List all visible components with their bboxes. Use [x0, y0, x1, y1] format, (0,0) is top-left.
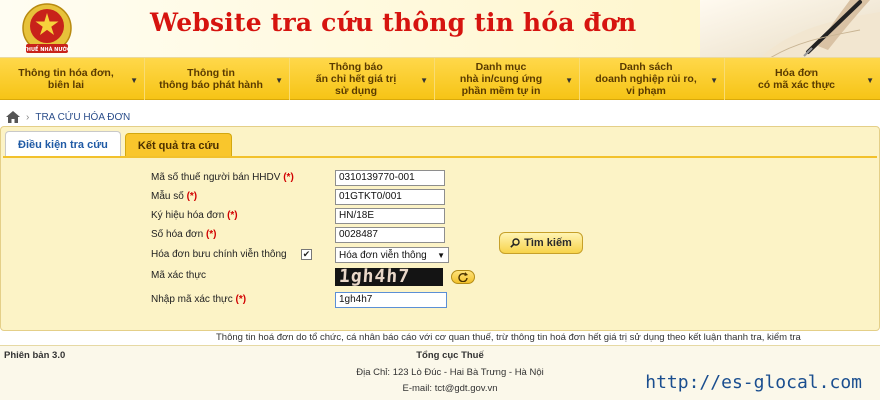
search-button[interactable]: Tìm kiếm [499, 232, 583, 254]
caret-down-icon: ▼ [420, 76, 428, 85]
field-label: Mã số thuế người bán HHDV (*) [151, 172, 294, 183]
caret-down-icon: ▼ [866, 76, 874, 85]
site-title: Website tra cứu thông tin hóa đơn [150, 8, 637, 37]
tax-emblem-logo[interactable]: THUẾ NHÀ NƯỚC [14, 2, 80, 56]
info-notice: Thông tin hoá đơn do tổ chức, cá nhân bá… [216, 332, 801, 343]
search-panel: Điều kiện tra cứu Kết quả tra cứu Mã số … [0, 126, 880, 331]
refresh-icon [458, 272, 468, 282]
breadcrumb-separator: › [26, 111, 30, 123]
caret-down-icon: ▼ [565, 76, 573, 85]
tab-search-results[interactable]: Kết quả tra cứu [124, 133, 233, 157]
nav-item-verified-invoices[interactable]: Hóa đơn có mã xác thực ▼ [725, 58, 880, 100]
caret-down-icon: ▼ [275, 76, 283, 85]
invoice-type-select[interactable]: Hóa đơn viễn thông ▼ [335, 247, 449, 263]
breadcrumb: › TRA CỨU HÓA ĐƠN [0, 107, 880, 127]
captcha-refresh-button[interactable] [451, 270, 475, 284]
form-number-input[interactable]: 01GTKT0/001 [335, 189, 445, 205]
search-icon [510, 238, 520, 248]
field-label: Nhập mã xác thực (*) [151, 294, 247, 305]
telecom-invoice-row: Hóa đơn bưu chính viễn thông ✔ Hóa đơn v… [151, 247, 451, 265]
nav-item-risky-businesses[interactable]: Danh sách doanh nghiệp rủi ro, vi phạm ▼ [580, 58, 725, 100]
captcha-image: 1gh4h7 [335, 268, 443, 286]
required-marker: (*) [283, 172, 294, 183]
invoice-number-input[interactable]: 0028487 [335, 227, 445, 243]
invoice-symbol-input[interactable]: HN/18E [335, 208, 445, 224]
nav-item-label: Thông tin hóa đơn, biên lai [18, 67, 114, 91]
invoice-symbol-row: Ký hiệu hóa đơn (*) HN/18E [151, 208, 451, 226]
field-label: Mẫu số (*) [151, 191, 198, 202]
field-label: Mã xác thực [151, 270, 207, 281]
required-marker: (*) [227, 210, 238, 221]
captcha-input[interactable]: 1gh4h7 [335, 292, 447, 308]
chevron-down-icon: ▼ [437, 250, 445, 260]
captcha-row: Mã xác thực 1gh4h7 [151, 268, 475, 286]
svg-text:THUẾ NHÀ NƯỚC: THUẾ NHÀ NƯỚC [23, 45, 71, 53]
nav-item-label: Danh mục nhà in/cung ứng phần mềm tự in [459, 61, 543, 97]
seller-tax-code-input[interactable]: 0310139770-001 [335, 170, 445, 186]
caret-down-icon: ▼ [710, 76, 718, 85]
nav-item-label: Danh sách doanh nghiệp rủi ro, vi phạm [595, 61, 697, 97]
version-label: Phiên bản 3.0 [4, 350, 66, 361]
nav-item-invoice-info[interactable]: Thông tin hóa đơn, biên lai ▼ [0, 58, 145, 100]
required-marker: (*) [186, 191, 198, 202]
nav-item-expired-forms[interactable]: Thông báo ấn chỉ hết giá trị sử dụng ▼ [290, 58, 435, 100]
tab-search-conditions[interactable]: Điều kiện tra cứu [5, 131, 121, 157]
watermark-text: http://es-glocal.com [645, 372, 862, 393]
field-label: Ký hiệu hóa đơn (*) [151, 210, 238, 221]
page: THUẾ NHÀ NƯỚC Website tra cứu thông tin … [0, 0, 880, 400]
required-marker: (*) [205, 229, 217, 240]
nav-item-label: Thông tin thông báo phát hành [159, 67, 263, 91]
seller-tax-code-row: Mã số thuế người bán HHDV (*) 0310139770… [151, 170, 451, 188]
footer-org: Tổng cục Thuế [416, 350, 484, 361]
invoice-number-row: Số hóa đơn (*) 0028487 [151, 227, 451, 245]
footer: Phiên bản 3.0 Tổng cục Thuế Địa Chỉ: 123… [0, 345, 880, 400]
nav-item-label: Thông báo ấn chỉ hết giá trị sử dụng [315, 61, 397, 97]
field-label: Hóa đơn bưu chính viễn thông [151, 249, 287, 260]
footer-email: E-mail: tct@gdt.gov.vn [402, 383, 498, 394]
select-value: Hóa đơn viễn thông [339, 249, 427, 261]
form-number-row: Mẫu số (*) 01GTKT0/001 [151, 189, 451, 207]
pen-decoration-image [700, 0, 880, 57]
nav-item-label: Hóa đơn có mã xác thực [757, 67, 836, 91]
breadcrumb-current[interactable]: TRA CỨU HÓA ĐƠN [35, 112, 130, 123]
nav-item-printer-list[interactable]: Danh mục nhà in/cung ứng phần mềm tự in … [435, 58, 580, 100]
search-button-label: Tìm kiếm [524, 237, 572, 249]
footer-address: Địa Chỉ: 123 Lò Đúc - Hai Bà Trưng - Hà … [356, 367, 544, 378]
caret-down-icon: ▼ [130, 76, 138, 85]
field-label: Số hóa đơn (*) [151, 229, 217, 240]
nav-item-issuance-notice[interactable]: Thông tin thông báo phát hành ▼ [145, 58, 290, 100]
home-icon[interactable] [6, 111, 20, 123]
tab-underline [3, 156, 877, 158]
telecom-invoice-checkbox[interactable]: ✔ [301, 249, 312, 260]
main-nav: Thông tin hóa đơn, biên lai ▼ Thông tin … [0, 58, 880, 100]
tab-bar: Điều kiện tra cứu Kết quả tra cứu [5, 131, 236, 157]
required-marker: (*) [235, 294, 247, 305]
captcha-input-row: Nhập mã xác thực (*) 1gh4h7 [151, 292, 451, 310]
captcha-text: 1gh4h7 [338, 268, 411, 286]
header-banner: THUẾ NHÀ NƯỚC Website tra cứu thông tin … [0, 0, 880, 58]
